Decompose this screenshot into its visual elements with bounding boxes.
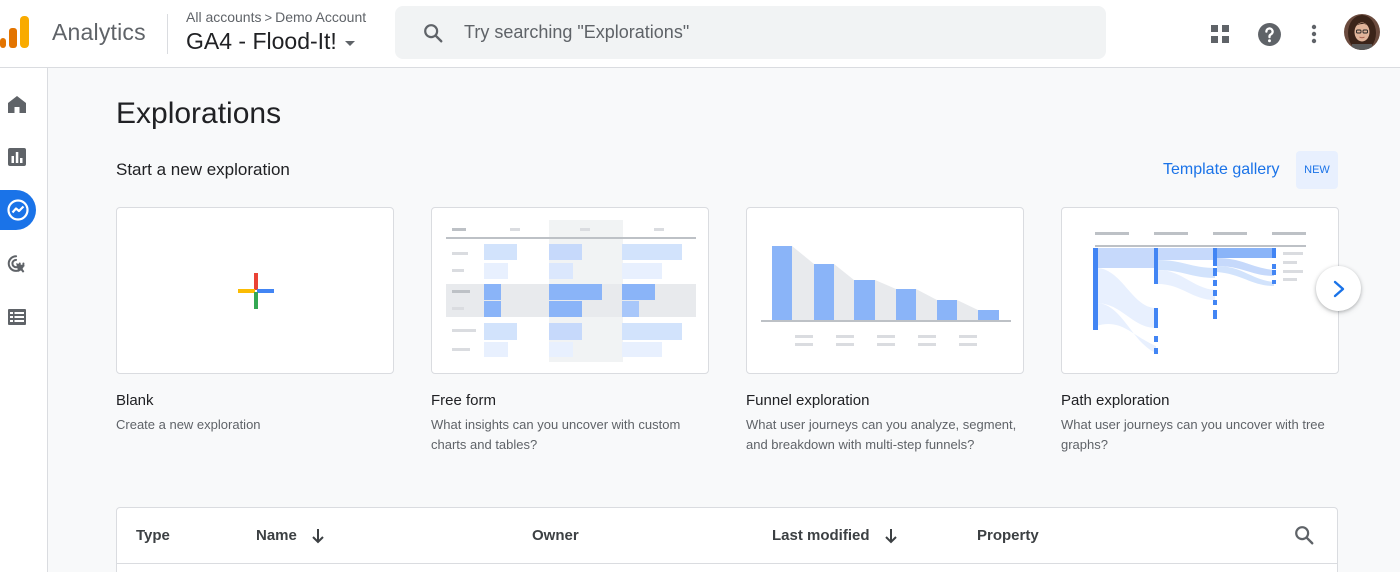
funnel-illustration <box>761 246 1011 346</box>
property-selector[interactable]: GA4 - Flood-It! <box>186 28 355 55</box>
breadcrumb-account[interactable]: Demo Account <box>275 9 366 25</box>
search-icon <box>424 23 443 42</box>
more-vert-icon[interactable] <box>1298 18 1330 50</box>
arrow-down-icon <box>312 528 324 543</box>
product-name: Analytics <box>52 19 146 45</box>
card-desc-blank: Create a new exploration <box>116 417 261 432</box>
plus-icon <box>238 273 274 309</box>
nav-reports[interactable] <box>0 137 34 177</box>
column-owner[interactable]: Owner <box>532 527 579 544</box>
column-name[interactable]: Name <box>256 527 325 544</box>
account-avatar[interactable] <box>1344 14 1380 50</box>
table-header-divider <box>117 563 1337 564</box>
column-owner-label: Owner <box>532 527 579 544</box>
search-bar[interactable] <box>395 6 1106 59</box>
advertising-icon <box>7 255 26 273</box>
top-app-bar: Analytics All accounts > Demo Account GA… <box>0 0 1400 68</box>
breadcrumb[interactable]: All accounts > Demo Account <box>186 9 366 25</box>
column-type-label: Type <box>136 527 170 544</box>
reports-icon <box>8 148 26 166</box>
configure-icon <box>8 309 26 325</box>
column-property-label: Property <box>977 527 1039 544</box>
page-title: Explorations <box>116 97 282 130</box>
free-form-illustration <box>446 220 696 362</box>
nav-configure[interactable] <box>0 297 34 337</box>
card-path-exploration[interactable] <box>1061 207 1339 374</box>
home-icon <box>8 96 26 113</box>
card-desc-path: What user journeys can you uncover with … <box>1061 417 1325 452</box>
help-icon[interactable] <box>1253 18 1285 50</box>
card-funnel-exploration[interactable] <box>746 207 1024 374</box>
breadcrumb-separator-icon: > <box>264 9 273 25</box>
template-gallery-link[interactable]: Template gallery <box>1163 161 1280 179</box>
new-badge: NEW <box>1296 151 1338 189</box>
card-title-funnel: Funnel exploration <box>746 392 870 409</box>
search-input[interactable] <box>464 22 1044 43</box>
card-title-free-form: Free form <box>431 392 497 409</box>
search-icon <box>1295 526 1314 545</box>
explorations-table: Type Name Owner Last modified Property <box>116 507 1338 572</box>
card-free-form[interactable] <box>431 207 709 374</box>
apps-grid-icon[interactable] <box>1204 18 1236 50</box>
carousel-next-button[interactable] <box>1316 266 1361 311</box>
card-title-path: Path exploration <box>1061 392 1170 409</box>
path-illustration <box>1093 232 1306 354</box>
explore-icon <box>7 199 29 221</box>
nav-explore[interactable] <box>0 190 36 230</box>
card-title-blank: Blank <box>116 392 154 409</box>
nav-advertising[interactable] <box>0 244 34 284</box>
column-property[interactable]: Property <box>977 527 1039 544</box>
column-last-modified[interactable]: Last modified <box>772 527 898 544</box>
card-desc-funnel: What user journeys can you analyze, segm… <box>746 417 1017 452</box>
section-title: Start a new exploration <box>116 160 290 179</box>
left-navigation <box>0 68 48 572</box>
column-type[interactable]: Type <box>136 527 170 544</box>
column-name-label: Name <box>256 527 297 544</box>
property-name: GA4 - Flood-It! <box>186 28 337 54</box>
header-divider <box>167 14 168 54</box>
column-last-modified-label: Last modified <box>772 527 870 544</box>
card-desc-free-form: What insights can you uncover with custo… <box>431 417 681 452</box>
nav-home[interactable] <box>0 84 34 124</box>
arrow-down-icon <box>884 528 897 543</box>
card-blank[interactable] <box>116 207 394 374</box>
analytics-logo-icon[interactable] <box>0 14 36 50</box>
breadcrumb-all-accounts[interactable]: All accounts <box>186 9 261 25</box>
caret-down-icon <box>344 40 355 46</box>
table-search-button[interactable] <box>1293 524 1315 551</box>
chevron-right-icon <box>1333 280 1344 297</box>
